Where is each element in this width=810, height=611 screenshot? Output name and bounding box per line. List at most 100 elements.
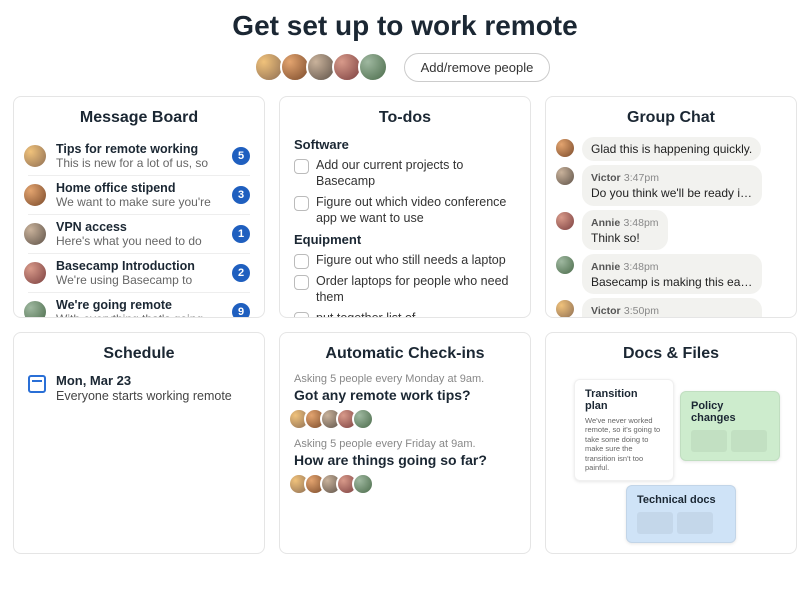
chat-message[interactable]: Annie 3:48pmBasecamp is making this easy… (560, 254, 782, 294)
chat-message[interactable]: Annie 3:48pmThink so! (560, 210, 782, 250)
message-title: Tips for remote working (56, 142, 224, 156)
message-subtitle: This is new for a lot of us, so (56, 156, 224, 170)
card-title: Docs & Files (560, 345, 782, 363)
avatar (352, 473, 374, 495)
checkin-item[interactable]: Asking 5 people every Friday at 9am. How … (294, 438, 516, 495)
chat-text: Basecamp is making this easy. (591, 274, 753, 290)
todos-card[interactable]: To-dos Software Add our current projects … (279, 96, 531, 318)
card-title: Schedule (28, 345, 250, 363)
checkbox-icon[interactable] (294, 196, 309, 211)
card-title: Group Chat (560, 109, 782, 127)
message-item[interactable]: We're going remoteWith everything that's… (28, 292, 250, 318)
chat-message[interactable]: Glad this is happening quickly. (560, 137, 782, 161)
todo-item[interactable]: Order laptops for people who need them (294, 271, 516, 308)
todo-label: put together list of (316, 310, 415, 319)
checkin-question: Got any remote work tips? (294, 387, 516, 403)
card-title: Automatic Check-ins (294, 345, 516, 363)
todo-item[interactable]: put together list of (294, 308, 516, 319)
checkin-meta: Asking 5 people every Friday at 9am. (294, 438, 516, 450)
message-item[interactable]: Basecamp IntroductionWe're using Basecam… (28, 253, 250, 292)
message-subtitle: With everything that's going (56, 312, 224, 318)
card-title: To-dos (294, 109, 516, 127)
people-row: Add/remove people (0, 52, 810, 82)
unread-badge: 5 (232, 147, 250, 165)
todo-group-title[interactable]: Software (294, 137, 516, 152)
chat-text: Do you think we'll be ready in… (591, 185, 753, 201)
message-title: We're going remote (56, 298, 224, 312)
message-subtitle: We want to make sure you're (56, 195, 224, 209)
chat-author: Victor (591, 172, 621, 184)
doc-card-technical[interactable]: Technical docs (626, 485, 736, 543)
avatar (554, 254, 576, 276)
chat-text: Glad this is happening quickly. (591, 141, 752, 157)
chat-time: 3:48pm (624, 261, 659, 273)
page-title: Get set up to work remote (0, 10, 810, 42)
schedule-desc: Everyone starts working remote (56, 389, 232, 403)
avatar-row (294, 408, 516, 430)
doc-card-transition[interactable]: Transition plan We've never worked remot… (574, 379, 674, 481)
avatar (554, 298, 576, 318)
card-title: Message Board (28, 109, 250, 127)
chat-author: Victor (591, 305, 621, 317)
checkin-question: How are things going so far? (294, 452, 516, 468)
chat-message[interactable]: Victor 3:47pmDo you think we'll be ready… (560, 165, 782, 205)
avatar (22, 182, 48, 208)
avatar-row (294, 473, 516, 495)
chat-author: Annie (591, 217, 620, 229)
checkin-meta: Asking 5 people every Monday at 9am. (294, 373, 516, 385)
avatar[interactable] (358, 52, 388, 82)
checkbox-icon[interactable] (294, 159, 309, 174)
message-title: VPN access (56, 220, 224, 234)
checkbox-icon[interactable] (294, 275, 309, 290)
todo-group-title[interactable]: Equipment (294, 232, 516, 247)
todo-item[interactable]: Figure out who still needs a laptop (294, 250, 516, 271)
todo-label: Order laptops for people who need them (316, 273, 516, 306)
message-board-card[interactable]: Message Board Tips for remote workingThi… (13, 96, 265, 318)
todo-label: Figure out which video conference app we… (316, 194, 516, 227)
avatar (554, 137, 576, 159)
checkbox-icon[interactable] (294, 312, 309, 319)
group-chat-card[interactable]: Group Chat Glad this is happening quickl… (545, 96, 797, 318)
todo-label: Add our current projects to Basecamp (316, 157, 516, 190)
unread-badge: 1 (232, 225, 250, 243)
schedule-card[interactable]: Schedule Mon, Mar 23 Everyone starts wor… (13, 332, 265, 554)
avatar (22, 143, 48, 169)
doc-body: We've never worked remote, so it's going… (585, 416, 663, 472)
message-item[interactable]: Tips for remote workingThis is new for a… (28, 137, 250, 175)
unread-badge: 9 (232, 303, 250, 318)
message-subtitle: We're using Basecamp to (56, 273, 224, 287)
add-remove-people-button[interactable]: Add/remove people (404, 53, 551, 82)
avatar (554, 165, 576, 187)
avatar (22, 299, 48, 318)
avatar (22, 260, 48, 286)
schedule-date: Mon, Mar 23 (56, 373, 232, 388)
calendar-icon (28, 375, 46, 393)
avatar (352, 408, 374, 430)
unread-badge: 2 (232, 264, 250, 282)
doc-card-policy[interactable]: Policy changes (680, 391, 780, 461)
checkins-card[interactable]: Automatic Check-ins Asking 5 people ever… (279, 332, 531, 554)
message-subtitle: Here's what you need to do (56, 234, 224, 248)
chat-time: 3:50pm (624, 305, 659, 317)
chat-time: 3:48pm (624, 217, 659, 229)
chat-author: Annie (591, 261, 620, 273)
doc-title: Policy changes (691, 400, 769, 424)
docs-files-card[interactable]: Docs & Files Transition plan We've never… (545, 332, 797, 554)
doc-title: Technical docs (637, 494, 725, 506)
checkin-item[interactable]: Asking 5 people every Monday at 9am. Got … (294, 373, 516, 430)
checkbox-icon[interactable] (294, 254, 309, 269)
todo-item[interactable]: Figure out which video conference app we… (294, 192, 516, 229)
chat-text: Think so! (591, 230, 659, 246)
avatar (22, 221, 48, 247)
unread-badge: 3 (232, 186, 250, 204)
message-item[interactable]: VPN accessHere's what you need to do 1 (28, 214, 250, 253)
message-item[interactable]: Home office stipendWe want to make sure … (28, 175, 250, 214)
chat-message[interactable]: Victor 3:50pmGreat! Let's plan on Monday… (560, 298, 782, 318)
avatar (554, 210, 576, 232)
todo-item[interactable]: Add our current projects to Basecamp (294, 155, 516, 192)
todo-label: Figure out who still needs a laptop (316, 252, 506, 268)
doc-title: Transition plan (585, 388, 663, 412)
message-title: Basecamp Introduction (56, 259, 224, 273)
chat-time: 3:47pm (624, 172, 659, 184)
message-title: Home office stipend (56, 181, 224, 195)
